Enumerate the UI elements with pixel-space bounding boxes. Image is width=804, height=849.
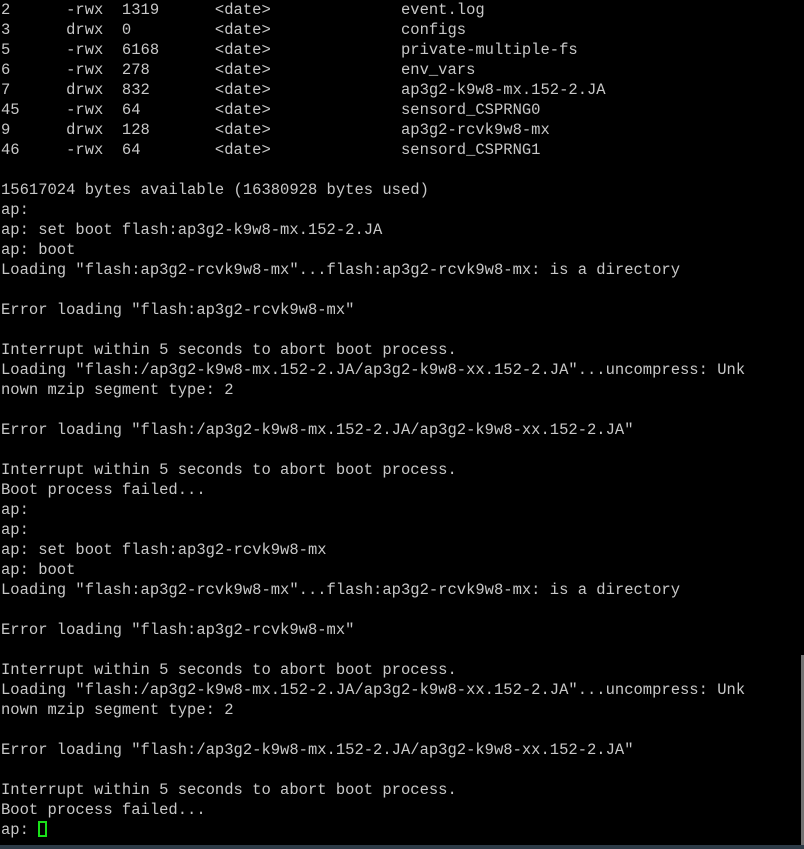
terminal-line: 5 -rwx 6168 <date> private-multiple-fs bbox=[1, 41, 578, 59]
terminal-line: Interrupt within 5 seconds to abort boot… bbox=[1, 781, 457, 799]
terminal-line: 3 drwx 0 <date> configs bbox=[1, 21, 467, 39]
terminal-output: 2 -rwx 1319 <date> event.log 3 drwx 0 <da… bbox=[0, 0, 745, 840]
terminal-line: ap: bbox=[1, 201, 29, 219]
terminal-line: 6 -rwx 278 <date> env_vars bbox=[1, 61, 476, 79]
terminal-line: 9 drwx 128 <date> ap3g2-rcvk9w8-mx bbox=[1, 121, 550, 139]
terminal-line: 45 -rwx 64 <date> sensord_CSPRNG0 bbox=[1, 101, 541, 119]
terminal-line: nown mzip segment type: 2 bbox=[1, 701, 234, 719]
terminal-line: 15617024 bytes available (16380928 bytes… bbox=[1, 181, 429, 199]
terminal-line: ap: boot bbox=[1, 561, 76, 579]
terminal-line: Loading "flash:ap3g2-rcvk9w8-mx"...flash… bbox=[1, 261, 681, 279]
terminal-line: Error loading "flash:/ap3g2-k9w8-mx.152-… bbox=[1, 421, 634, 439]
terminal-line: Error loading "flash:/ap3g2-k9w8-mx.152-… bbox=[1, 741, 634, 759]
terminal-line: ap: set boot flash:ap3g2-rcvk9w8-mx bbox=[1, 541, 327, 559]
terminal-line: Error loading "flash:ap3g2-rcvk9w8-mx" bbox=[1, 301, 355, 319]
terminal-line: Boot process failed... bbox=[1, 801, 206, 819]
terminal-line: ap: set boot flash:ap3g2-k9w8-mx.152-2.J… bbox=[1, 221, 383, 239]
command-prompt[interactable]: ap: bbox=[0, 820, 745, 840]
terminal-line: Interrupt within 5 seconds to abort boot… bbox=[1, 461, 457, 479]
terminal-line: ap: boot bbox=[1, 241, 76, 259]
window-bottom-border bbox=[0, 845, 804, 849]
terminal-line: Loading "flash:/ap3g2-k9w8-mx.152-2.JA/a… bbox=[1, 361, 746, 379]
terminal-line: 2 -rwx 1319 <date> event.log bbox=[1, 1, 485, 19]
terminal-line: 7 drwx 832 <date> ap3g2-k9w8-mx.152-2.JA bbox=[1, 81, 606, 99]
terminal-line: Loading "flash:/ap3g2-k9w8-mx.152-2.JA/a… bbox=[1, 681, 746, 699]
terminal-line: 46 -rwx 64 <date> sensord_CSPRNG1 bbox=[1, 141, 541, 159]
terminal-line: ap: bbox=[1, 501, 29, 519]
terminal-line: Loading "flash:ap3g2-rcvk9w8-mx"...flash… bbox=[1, 581, 681, 599]
terminal-line: Interrupt within 5 seconds to abort boot… bbox=[1, 341, 457, 359]
text-cursor bbox=[38, 821, 48, 837]
terminal-line: Interrupt within 5 seconds to abort boot… bbox=[1, 661, 457, 679]
terminal-line: ap: bbox=[1, 521, 29, 539]
terminal-line: Error loading "flash:ap3g2-rcvk9w8-mx" bbox=[1, 621, 355, 639]
prompt-label: ap: bbox=[1, 821, 39, 839]
terminal-line: Boot process failed... bbox=[1, 481, 206, 499]
terminal-window[interactable]: 2 -rwx 1319 <date> event.log 3 drwx 0 <da… bbox=[0, 0, 804, 845]
terminal-line: nown mzip segment type: 2 bbox=[1, 381, 234, 399]
